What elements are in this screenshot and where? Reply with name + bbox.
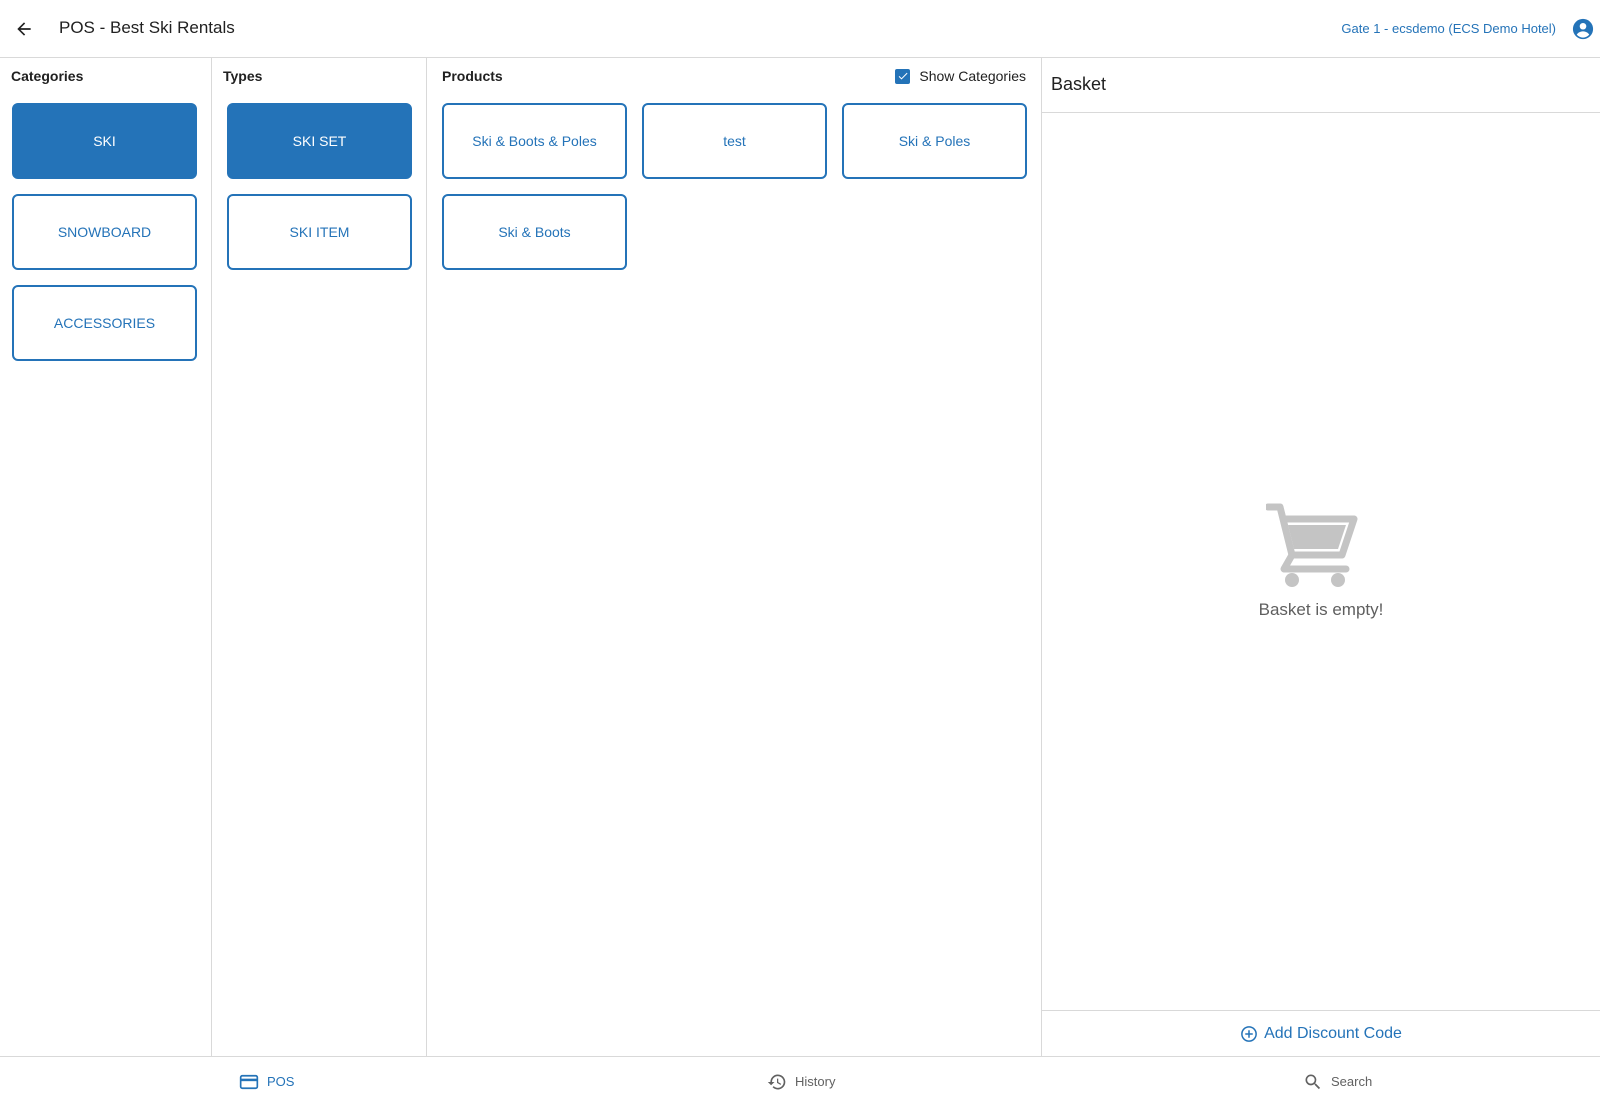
checkbox-checked-icon[interactable]	[895, 68, 911, 84]
category-tile-ski[interactable]: SKI	[12, 103, 197, 179]
basket-empty-message: Basket is empty!	[1258, 600, 1384, 619]
shopping-cart-icon	[1266, 503, 1358, 587]
show-categories-label: Show Categories	[919, 68, 1026, 84]
history-icon	[767, 1074, 786, 1089]
nav-label-search: Search	[1331, 1074, 1373, 1089]
nav-label-history: History	[795, 1074, 836, 1089]
types-header: Types	[223, 68, 263, 84]
products-panel: Products Show Categories Ski & Boots & P…	[427, 58, 1042, 1056]
type-tile-ski-set[interactable]: SKI SET	[227, 103, 412, 179]
nav-item-history[interactable]: History	[767, 1057, 835, 1105]
back-button[interactable]	[8, 13, 40, 45]
nav-item-search[interactable]: Search	[1303, 1057, 1372, 1105]
app-title: POS - Best Ski Rentals	[59, 18, 235, 37]
category-tile-accessories[interactable]: ACCESSORIES	[12, 285, 197, 361]
bottom-navigation: POS History Search	[0, 1056, 1600, 1105]
product-tile-ski-boots[interactable]: Ski & Boots	[442, 194, 627, 270]
categories-panel: Categories SKI SNOWBOARD ACCESSORIES	[0, 58, 212, 1056]
product-tile-test[interactable]: test	[642, 103, 827, 179]
basket-header: Basket	[1042, 58, 1600, 113]
categories-header: Categories	[11, 68, 84, 84]
add-discount-code-button[interactable]: Add Discount Code	[1042, 1010, 1600, 1056]
types-panel: Types SKI SET SKI ITEM	[212, 58, 427, 1056]
product-tile-ski-boots-poles[interactable]: Ski & Boots & Poles	[442, 103, 627, 179]
basket-panel: Basket Basket is empty! Add Discount Cod…	[1042, 58, 1600, 1056]
products-header: Products	[442, 68, 503, 84]
product-tile-ski-poles[interactable]: Ski & Poles	[842, 103, 1027, 179]
show-categories-toggle[interactable]: Show Categories	[895, 68, 1026, 84]
basket-title: Basket	[1051, 74, 1107, 94]
type-tile-ski-item[interactable]: SKI ITEM	[227, 194, 412, 270]
arrow-back-icon	[17, 22, 31, 36]
user-info-link[interactable]: Gate 1 - ecsdemo (ECS Demo Hotel)	[1341, 21, 1556, 36]
account-circle-icon[interactable]	[1572, 18, 1594, 40]
add-circle-icon	[1241, 1025, 1257, 1042]
top-app-bar: POS - Best Ski Rentals Gate 1 - ecsdemo …	[0, 0, 1600, 58]
category-tile-snowboard[interactable]: SNOWBOARD	[12, 194, 197, 270]
add-discount-code-label: Add Discount Code	[1264, 1024, 1402, 1042]
nav-item-pos[interactable]: POS	[239, 1057, 294, 1105]
search-icon	[1305, 1074, 1321, 1089]
credit-card-icon	[239, 1074, 259, 1089]
nav-label-pos: POS	[267, 1074, 295, 1089]
